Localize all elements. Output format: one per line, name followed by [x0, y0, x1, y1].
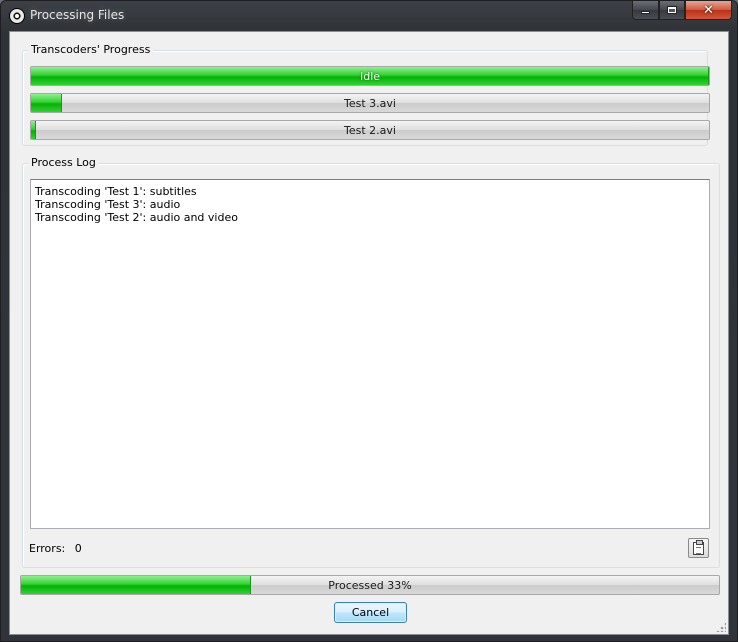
window-title: Processing Files [30, 8, 125, 22]
errors-label: Errors: [29, 542, 66, 555]
overall-progress-bar: Processed 33% [20, 575, 720, 595]
caption-buttons: ✕ [632, 1, 732, 21]
maximize-icon [667, 6, 677, 14]
close-icon: ✕ [703, 2, 714, 18]
resize-grip[interactable] [716, 622, 726, 632]
maximize-button[interactable] [659, 1, 685, 20]
minimize-button[interactable] [632, 1, 659, 20]
minimize-icon [641, 11, 650, 14]
errors-count: 0 [74, 542, 82, 555]
transcoder-progress-bar-3: Test 2.avi [30, 120, 710, 140]
dialog-client-area: Transcoders' Progress Idle Test 3.avi Te… [9, 31, 729, 635]
errors-row: Errors: 0 [29, 542, 82, 555]
process-log-textarea[interactable]: Transcoding 'Test 1': subtitles Transcod… [30, 179, 710, 529]
transcoder-progress-bar-2: Test 3.avi [30, 93, 710, 113]
log-line: Transcoding 'Test 3': audio [35, 198, 181, 211]
title-bar[interactable]: Processing Files ✕ [1, 1, 737, 31]
progress-label: Test 3.avi [344, 96, 396, 110]
transcoder-progress-bar-1: Idle [30, 66, 710, 86]
log-line: Transcoding 'Test 1': subtitles [35, 185, 197, 198]
cancel-button[interactable]: Cancel [334, 602, 407, 623]
copy-log-button[interactable] [688, 538, 709, 558]
processing-files-window: Processing Files ✕ Transcoders' Progress… [0, 0, 738, 642]
progress-label: Test 2.avi [344, 123, 396, 137]
close-button[interactable]: ✕ [685, 1, 732, 20]
transcoders-progress-title: Transcoders' Progress [28, 43, 154, 56]
overall-progress-label: Processed 33% [328, 578, 412, 592]
process-log-title: Process Log [28, 156, 99, 169]
clipboard-icon [693, 539, 704, 555]
progress-label: Idle [359, 69, 381, 83]
log-line: Transcoding 'Test 2': audio and video [35, 211, 238, 224]
app-icon[interactable] [9, 8, 25, 24]
